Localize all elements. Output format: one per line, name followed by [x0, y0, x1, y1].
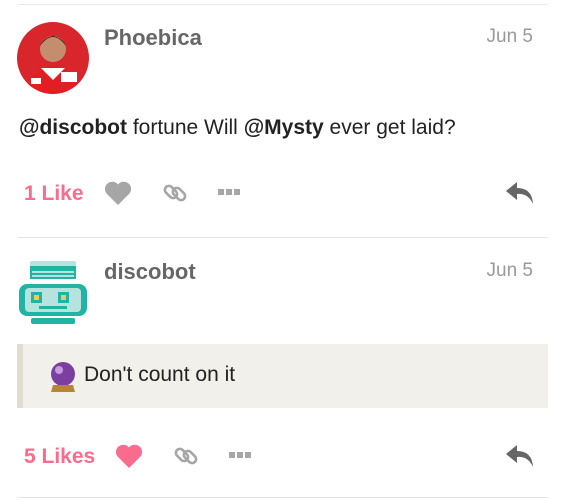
- more-icon[interactable]: [217, 188, 241, 196]
- heart-icon[interactable]: [115, 443, 143, 469]
- bottom-divider: [18, 497, 548, 498]
- heart-icon[interactable]: [104, 180, 132, 206]
- link-icon[interactable]: [173, 443, 199, 469]
- likes-count[interactable]: 1 Like: [24, 182, 84, 206]
- reply-icon[interactable]: [505, 443, 535, 469]
- post-body-text: fortune Will: [126, 116, 244, 139]
- post-actions: 1 Like: [0, 174, 564, 214]
- avatar[interactable]: [17, 22, 89, 94]
- quote-text: Don't count on it: [84, 363, 236, 386]
- post-discobot: discobot Jun 5 Don't count on it 5 Likes: [0, 237, 564, 500]
- mention-link[interactable]: @Mysty: [244, 116, 324, 139]
- post-date[interactable]: Jun 5: [487, 26, 533, 48]
- more-icon[interactable]: [228, 451, 252, 459]
- post-username[interactable]: Phoebica: [104, 25, 202, 51]
- reply-icon[interactable]: [505, 180, 535, 206]
- post-body-text: ever get laid?: [323, 116, 456, 139]
- post-phoebica: Phoebica Jun 5 @discobot fortune Will @M…: [0, 0, 564, 237]
- post-username[interactable]: discobot: [104, 259, 196, 285]
- avatar-photo-icon: [17, 22, 89, 94]
- robot-avatar-icon: [19, 261, 87, 324]
- avatar[interactable]: [17, 256, 89, 328]
- post-body: @discobot fortune Will @Mysty ever get l…: [19, 116, 456, 140]
- likes-count[interactable]: 5 Likes: [24, 445, 95, 469]
- post-actions: 5 Likes: [0, 437, 564, 477]
- quote-block: Don't count on it: [17, 344, 548, 408]
- crystal-ball-icon: [51, 362, 75, 392]
- mention-link[interactable]: @discobot: [19, 116, 127, 139]
- link-icon[interactable]: [162, 180, 188, 206]
- post-date[interactable]: Jun 5: [487, 260, 533, 282]
